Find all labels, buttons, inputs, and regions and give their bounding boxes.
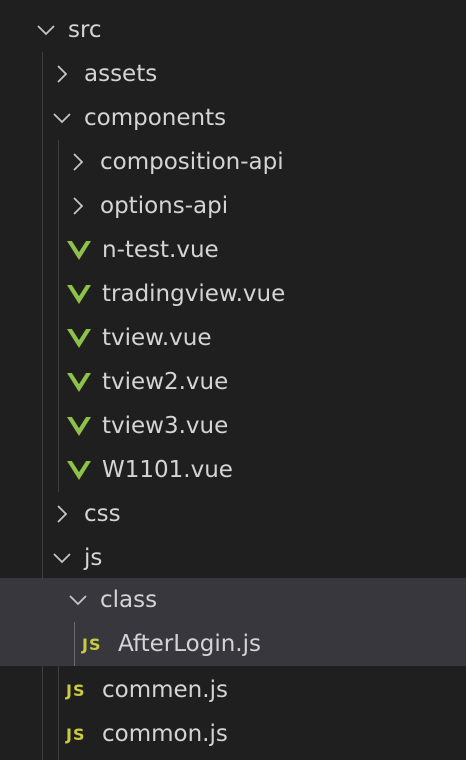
folder-src[interactable]: src <box>0 8 466 52</box>
folder-label: src <box>68 17 102 43</box>
file-vue[interactable]: tview2.vue <box>0 360 466 404</box>
js-file-icon: JS <box>66 724 86 744</box>
vue-icon <box>66 370 92 394</box>
chevron-down-icon <box>66 588 90 612</box>
file-label: commen.js <box>102 677 228 703</box>
folder-class[interactable]: class <box>0 578 466 622</box>
file-vue[interactable]: n-test.vue <box>0 228 466 272</box>
indent-guide <box>74 622 75 666</box>
folder-composition-api[interactable]: composition-api <box>0 140 466 184</box>
file-js-afterlogin[interactable]: JS AfterLogin.js <box>0 622 466 666</box>
folder-js[interactable]: js <box>0 536 466 580</box>
folder-label: components <box>84 105 227 131</box>
chevron-right-icon <box>50 62 74 86</box>
js-file-icon: JS <box>66 680 86 700</box>
file-vue[interactable]: tview3.vue <box>0 404 466 448</box>
folder-label: assets <box>84 61 158 87</box>
chevron-right-icon <box>66 194 90 218</box>
vue-icon <box>66 282 92 306</box>
file-label: AfterLogin.js <box>118 631 261 657</box>
chevron-right-icon <box>50 502 74 526</box>
file-label: common.js <box>102 721 228 747</box>
file-label: W1101.vue <box>102 457 233 483</box>
file-js-commen[interactable]: JS commen.js <box>0 668 466 712</box>
js-file-icon: JS <box>82 634 102 654</box>
chevron-down-icon <box>50 106 74 130</box>
folder-assets[interactable]: assets <box>0 52 466 96</box>
file-js-common[interactable]: JS common.js <box>0 712 466 756</box>
file-label: tview2.vue <box>102 369 229 395</box>
chevron-down-icon <box>34 18 58 42</box>
vue-icon <box>66 458 92 482</box>
chevron-down-icon <box>50 546 74 570</box>
chevron-right-icon <box>66 150 90 174</box>
folder-components[interactable]: components <box>0 96 466 140</box>
folder-label: class <box>100 587 158 613</box>
vue-icon <box>66 414 92 438</box>
file-vue[interactable]: tradingview.vue <box>0 272 466 316</box>
folder-label: options-api <box>100 193 229 219</box>
folder-label: css <box>84 501 121 527</box>
file-explorer-tree: src assets components composition-api op… <box>0 0 466 760</box>
vue-icon <box>66 326 92 350</box>
folder-label: js <box>84 545 103 571</box>
folder-label: composition-api <box>100 149 284 175</box>
vue-icon <box>66 238 92 262</box>
file-vue[interactable]: W1101.vue <box>0 448 466 492</box>
folder-css[interactable]: css <box>0 492 466 536</box>
folder-options-api[interactable]: options-api <box>0 184 466 228</box>
file-vue[interactable]: tview.vue <box>0 316 466 360</box>
file-label: tradingview.vue <box>102 281 286 307</box>
file-label: tview.vue <box>102 325 212 351</box>
file-label: n-test.vue <box>102 237 219 263</box>
file-label: tview3.vue <box>102 413 229 439</box>
